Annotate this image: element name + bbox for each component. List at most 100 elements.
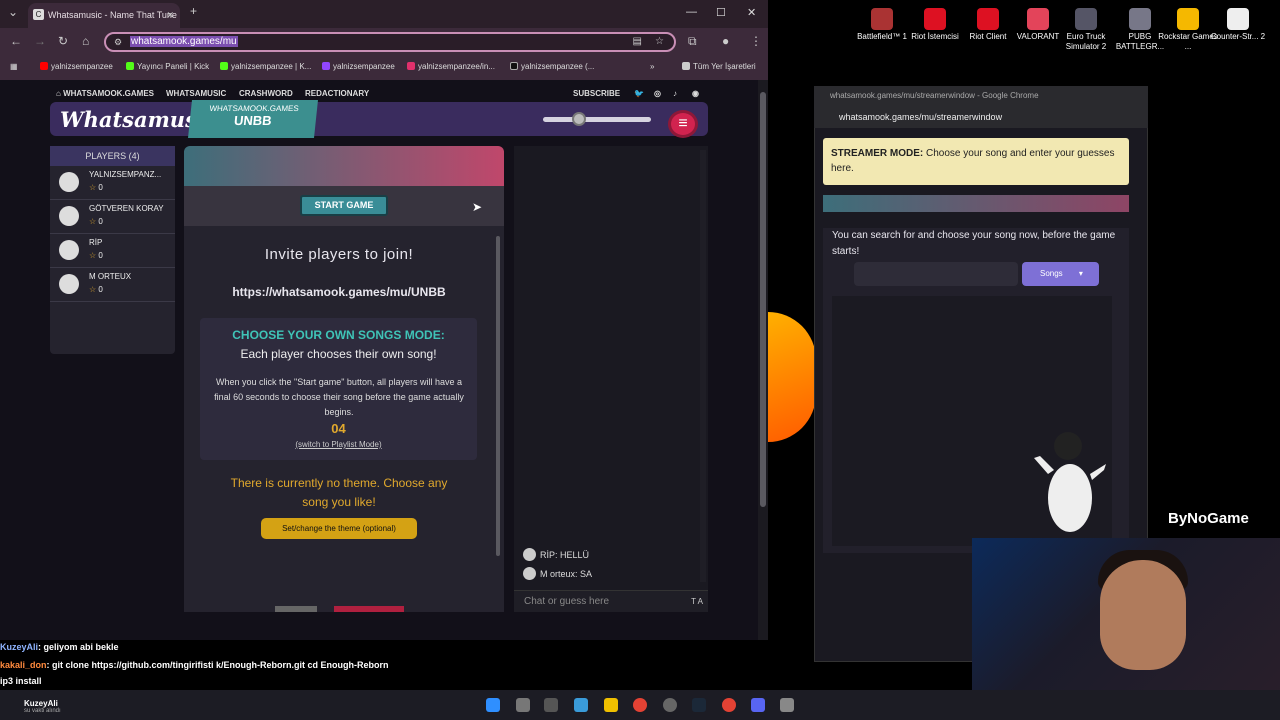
nav-home[interactable]: ⌂ WHATSAMOOK.GAMES xyxy=(56,89,154,98)
maximize-icon[interactable]: ☐ xyxy=(716,6,726,19)
all-bookmarks[interactable]: Tüm Yer İşaretleri xyxy=(682,62,756,71)
theme-text: There is currently no theme. Choose any … xyxy=(230,476,448,509)
app-icon[interactable] xyxy=(780,698,794,712)
desktop-icon-riot-istemcisi[interactable]: Riot İstemcisi xyxy=(905,8,965,42)
twitter-icon[interactable]: 🐦 xyxy=(634,89,644,98)
bynogame-logo: ByNoGame xyxy=(1168,510,1249,527)
file-explorer-icon[interactable] xyxy=(604,698,618,712)
nav-crashword[interactable]: CRASHWORD xyxy=(239,89,293,98)
font-size-toggle[interactable]: T A xyxy=(691,591,703,613)
steam-icon[interactable] xyxy=(692,698,706,712)
star-icon: ☆ xyxy=(89,217,97,226)
bookmark-item[interactable]: Yayıncı Paneli | Kick xyxy=(126,62,209,71)
desktop-icon-battlefield[interactable]: Battlefield™ 1 xyxy=(852,8,912,42)
address-bar[interactable]: ⚙ whatsamook.games/mu ▤ ☆ xyxy=(104,32,676,52)
nav-whatsamusic[interactable]: WHATSAMUSIC xyxy=(166,89,226,98)
bookmark-item[interactable]: yalnizsempanzee (... xyxy=(510,62,594,71)
song-search-input[interactable] xyxy=(854,262,1018,286)
forward-icon[interactable]: → xyxy=(34,34,46,48)
tiktok-icon[interactable]: ♪ xyxy=(673,89,677,98)
app-icon[interactable] xyxy=(544,698,558,712)
mode-description: When you click the "Start game" button, … xyxy=(214,377,464,417)
translate-icon[interactable]: ▤ xyxy=(633,34,642,50)
instagram-icon[interactable]: ◎ xyxy=(654,89,661,98)
riot-icon xyxy=(977,8,999,30)
battlefield-icon xyxy=(871,8,893,30)
center-scrollbar-thumb[interactable] xyxy=(496,236,500,556)
extensions-icon[interactable]: ⧉ xyxy=(688,34,697,49)
start-game-button[interactable]: START GAME xyxy=(300,195,388,216)
hamburger-menu-icon[interactable]: ≡ xyxy=(668,110,698,138)
streamer-window-title: whatsamook.games/mu/streamerwindow - Goo… xyxy=(814,86,1148,106)
desktop-icon-euro-truck[interactable]: Euro Truck Simulator 2 xyxy=(1056,8,1116,52)
site-info-icon[interactable]: ⚙ xyxy=(114,34,122,50)
volume-slider[interactable] xyxy=(543,117,651,122)
home-icon[interactable]: ⌂ xyxy=(82,34,89,48)
stream-chat-line: KuzeyAli: geliyom abi bekle xyxy=(0,642,119,652)
center-scrollbar[interactable] xyxy=(494,228,502,612)
volume-slider-handle[interactable] xyxy=(572,112,586,126)
bookmark-item[interactable]: yalnizsempanzee xyxy=(40,62,113,71)
streamer-banner xyxy=(823,195,1129,212)
invite-url[interactable]: https://whatsamook.games/mu/UNBB xyxy=(184,285,494,299)
pubg-icon xyxy=(1129,8,1151,30)
avatar xyxy=(59,274,79,294)
task-view-icon[interactable] xyxy=(516,698,530,712)
bookmark-item[interactable]: yalnizsempanzee xyxy=(322,62,395,71)
page-scrollbar-thumb[interactable] xyxy=(760,92,766,507)
avatar xyxy=(59,240,79,260)
streamer-mode-note: STREAMER MODE: Choose your song and ente… xyxy=(823,138,1129,185)
players-panel: PLAYERS (4) YALNIZSEMPANZ... ☆ 0 GÖTVEREN… xyxy=(50,146,175,354)
new-tab-icon[interactable]: + xyxy=(190,4,197,18)
tab-search-icon[interactable]: ⌄ xyxy=(8,5,18,19)
bookmark-item[interactable]: yalnizsempanzee/in... xyxy=(407,62,495,71)
more-menu-icon[interactable]: ⋮ xyxy=(750,34,762,48)
switch-playlist-mode-link[interactable]: (switch to Playlist Mode) xyxy=(200,440,477,449)
webcam-face xyxy=(1100,560,1186,670)
chrome-icon[interactable] xyxy=(722,698,736,712)
desktop-icon-counter-strike[interactable]: Counter-Str... 2 xyxy=(1208,8,1268,42)
chat-message: RİP: HELLÜ xyxy=(523,548,589,561)
taskbar-user[interactable]: KuzeyAli su vakti alındı xyxy=(24,699,61,714)
more-bookmarks-icon[interactable]: » xyxy=(650,62,654,71)
star-icon: ☆ xyxy=(89,285,97,294)
chat-scrollbar[interactable] xyxy=(700,150,706,582)
minimize-icon[interactable]: — xyxy=(686,6,697,18)
bookmark-item[interactable]: yalnizsempanzee | K... xyxy=(220,62,311,71)
discord-icon[interactable] xyxy=(751,698,765,712)
room-code: UNBB xyxy=(233,113,273,128)
chat-input[interactable]: Chat or guess here T A xyxy=(514,590,708,612)
close-tab-icon[interactable]: ✕ xyxy=(166,3,174,28)
reload-icon[interactable]: ↻ xyxy=(58,34,68,48)
bookmarks-bar: ▦ yalnizsempanzee Yayıncı Paneli | Kick … xyxy=(0,56,768,78)
chrome-icon[interactable] xyxy=(633,698,647,712)
star-icon: ☆ xyxy=(89,183,97,192)
profile-icon[interactable]: ● xyxy=(722,34,729,48)
players-header: PLAYERS (4) xyxy=(50,146,175,166)
player-row: GÖTVEREN KORAY ☆ 0 xyxy=(50,200,175,234)
obs-icon[interactable] xyxy=(663,698,677,712)
apps-icon[interactable]: ▦ xyxy=(10,62,18,71)
tab-whatsamusic[interactable]: C Whatsamusic - Name That Tune ✕ xyxy=(28,3,180,28)
nav-subscribe[interactable]: SUBSCRIBE xyxy=(573,89,620,98)
start-icon[interactable] xyxy=(486,698,500,712)
partial-button[interactable] xyxy=(275,606,317,612)
bookmark-star-icon[interactable]: ☆ xyxy=(655,34,664,50)
streamer-address-bar[interactable]: whatsamook.games/mu/streamerwindow xyxy=(814,106,1148,128)
player-row: RİP ☆ 0 xyxy=(50,234,175,268)
songs-dropdown[interactable]: Songs ▾ xyxy=(1022,262,1099,286)
chat-message: M orteux: SA xyxy=(523,567,592,580)
discord-icon[interactable]: ◉ xyxy=(692,89,699,98)
partial-button[interactable] xyxy=(334,606,404,612)
invite-heading: Invite players to join! xyxy=(264,246,414,263)
youtube-icon xyxy=(40,62,48,70)
set-theme-button[interactable]: Set/change the theme (optional) xyxy=(261,518,417,539)
close-window-icon[interactable]: ✕ xyxy=(747,6,756,19)
dancing-cat xyxy=(1034,432,1106,532)
star-icon: ☆ xyxy=(89,251,97,260)
photos-icon[interactable] xyxy=(574,698,588,712)
nav-redactionary[interactable]: REDACTIONARY xyxy=(305,89,369,98)
file-icon xyxy=(1227,8,1249,30)
back-icon[interactable]: ← xyxy=(10,34,22,48)
whatsamusic-favicon: C xyxy=(33,9,44,20)
